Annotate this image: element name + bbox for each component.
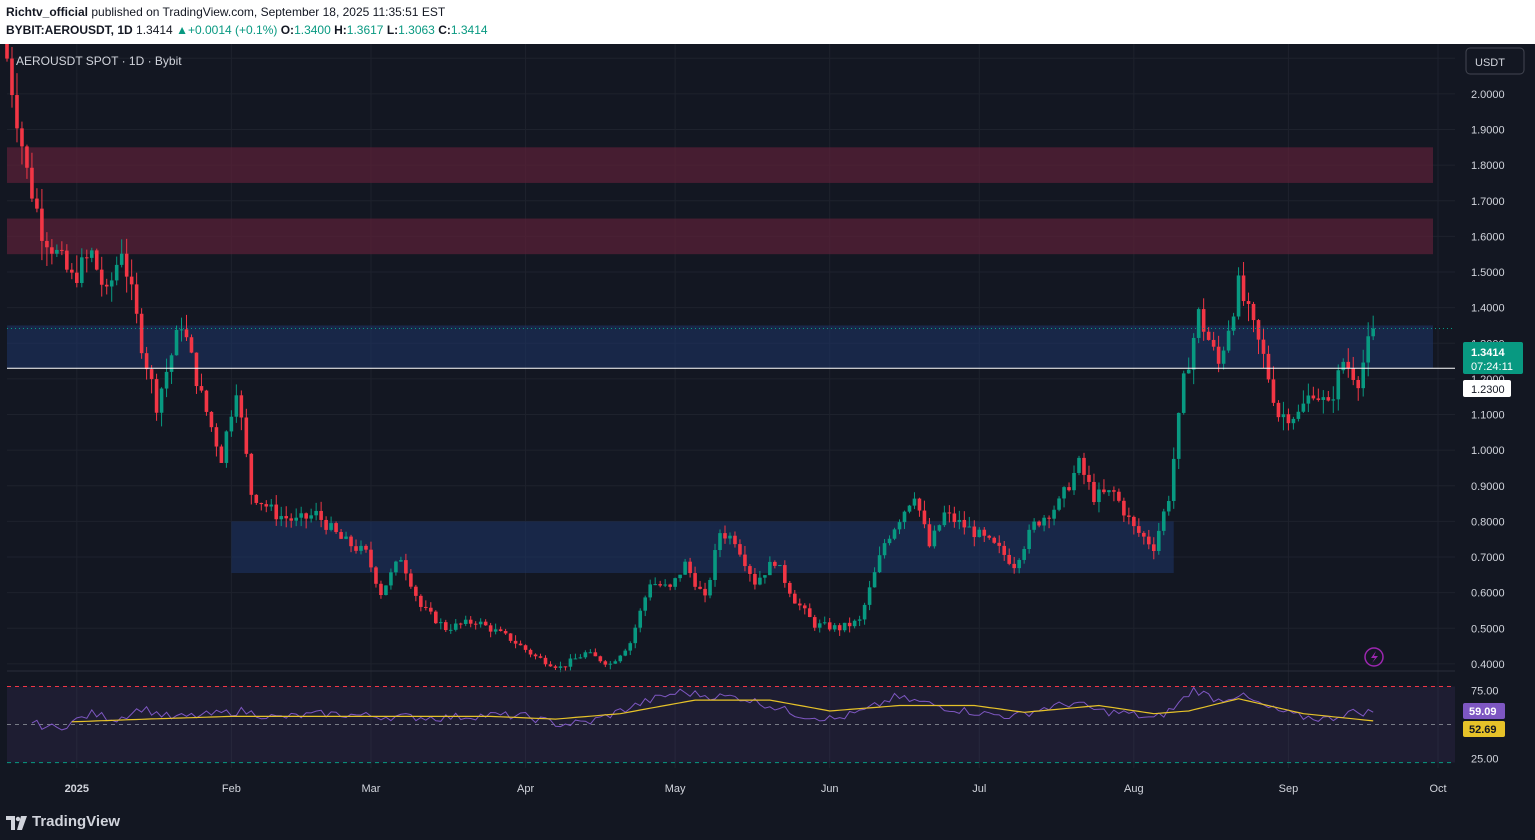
candle[interactable] [94, 248, 99, 271]
publish-line: Richtv_official published on TradingView… [6, 5, 445, 19]
close-value: 1.3414 [450, 23, 488, 37]
rsi-axis-tick: 75.00 [1471, 686, 1499, 698]
price-axis-tick: 0.9000 [1471, 481, 1505, 493]
time-axis-tick: Oct [1429, 783, 1446, 795]
price-axis-tick: 0.8000 [1471, 516, 1505, 528]
symbol-name: BYBIT:AEROUSDT [6, 23, 111, 37]
price-axis-tick: 1.7000 [1471, 196, 1505, 208]
candle[interactable] [224, 430, 229, 468]
high-value: 1.3617 [346, 23, 384, 37]
rsi-axis-tick: 25.00 [1471, 753, 1499, 765]
time-axis-tick: Mar [362, 783, 381, 795]
hline-price-text: 1.2300 [1471, 384, 1505, 396]
current-price-badge: 1.3414 07:24:11 [1463, 342, 1523, 374]
up-triangle-icon: ▲ [176, 23, 188, 37]
close-label: C: [438, 23, 451, 37]
open-value: 1.3400 [294, 23, 331, 37]
time-axis-tick: Feb [222, 783, 241, 795]
candle[interactable] [1077, 455, 1081, 476]
time-axis-tick: Apr [517, 783, 534, 795]
rsi-ma-text: 52.69 [1469, 724, 1497, 736]
published-text: published on TradingView.com, September … [88, 5, 446, 19]
time-axis-tick: Jun [821, 783, 839, 795]
price-axis-tick: 2.0000 [1471, 89, 1505, 101]
price-axis-tick: 1.8000 [1471, 160, 1505, 172]
candle[interactable] [174, 325, 179, 356]
candle[interactable] [708, 577, 712, 599]
price-axis-tick: 1.0000 [1471, 445, 1505, 457]
candle[interactable] [204, 389, 209, 416]
candle[interactable] [189, 334, 194, 354]
high-label: H: [334, 23, 347, 37]
author-name[interactable]: Richtv_official [6, 5, 88, 19]
rsi-pane[interactable]: 75.00 25.00 [7, 686, 1499, 766]
candle[interactable] [892, 527, 897, 541]
candle[interactable] [139, 308, 144, 359]
price-axis-tick: 1.6000 [1471, 231, 1505, 243]
time-axis-tick: May [665, 783, 686, 795]
low-label: L: [386, 23, 399, 37]
rsi-value-badge: 59.09 [1463, 703, 1505, 719]
resistance-zone[interactable] [7, 147, 1434, 183]
open-label: O: [280, 23, 295, 37]
time-axis-tick: Aug [1124, 783, 1144, 795]
current-price-text: 1.3414 [1471, 347, 1506, 359]
candle[interactable] [1196, 307, 1201, 344]
price-axis-tick: 0.6000 [1471, 588, 1505, 600]
price-axis-tick: 1.5000 [1471, 267, 1505, 279]
footer: TradingView [0, 808, 1535, 840]
time-axis-tick: Sep [1279, 783, 1299, 795]
tradingview-brand[interactable]: TradingView [32, 813, 120, 830]
usdt-button[interactable]: USDT [1465, 47, 1525, 75]
time-axis-tick: 2025 [65, 783, 89, 795]
interval-label: , 1D [110, 23, 133, 37]
candle[interactable] [434, 610, 438, 625]
tradingview-logo-icon [6, 816, 27, 830]
price-axis-tick: 1.9000 [1471, 125, 1505, 137]
price-axis-tick: 1.4000 [1471, 303, 1505, 315]
countdown-text: 07:24:11 [1471, 361, 1513, 373]
chart-area[interactable]: AEROUSDT SPOT · 1D · Bybit 2.10002.00001… [0, 28, 1535, 814]
resistance-zone[interactable] [7, 218, 1434, 255]
rsi-ma-badge: 52.69 [1463, 721, 1505, 737]
candle[interactable] [219, 444, 224, 463]
price-axis-tick: 0.4000 [1471, 659, 1505, 671]
time-axis[interactable]: 2025 Feb Mar Apr May Jun Jul Aug Sep Oct [65, 783, 1447, 795]
candle[interactable] [778, 564, 782, 567]
price-axis-tick: 1.1000 [1471, 410, 1505, 422]
price-axis-tick: 0.5000 [1471, 623, 1505, 635]
chart-title: AEROUSDT SPOT · 1D · Bybit [16, 54, 182, 68]
price-chart[interactable]: AEROUSDT SPOT · 1D · Bybit 2.10002.00001… [0, 28, 1535, 814]
hline-price-badge: 1.2300 [1463, 380, 1511, 397]
price-axis-tick: 0.7000 [1471, 552, 1505, 564]
low-value: 1.3063 [398, 23, 435, 37]
candle[interactable] [1181, 370, 1186, 415]
candle[interactable] [384, 585, 388, 596]
price-change: +0.0014 (+0.1%) [187, 23, 278, 37]
time-axis-tick: Jul [972, 783, 986, 795]
ohlc-line: BYBIT:AEROUSDT, 1D 1.3414 ▲+0.0014 (+0.1… [6, 23, 488, 37]
publish-header: Richtv_official published on TradingView… [0, 0, 1535, 44]
usdt-label: USDT [1475, 57, 1505, 69]
rsi-value-text: 59.09 [1469, 706, 1497, 718]
last-price: 1.3414 [136, 23, 173, 37]
